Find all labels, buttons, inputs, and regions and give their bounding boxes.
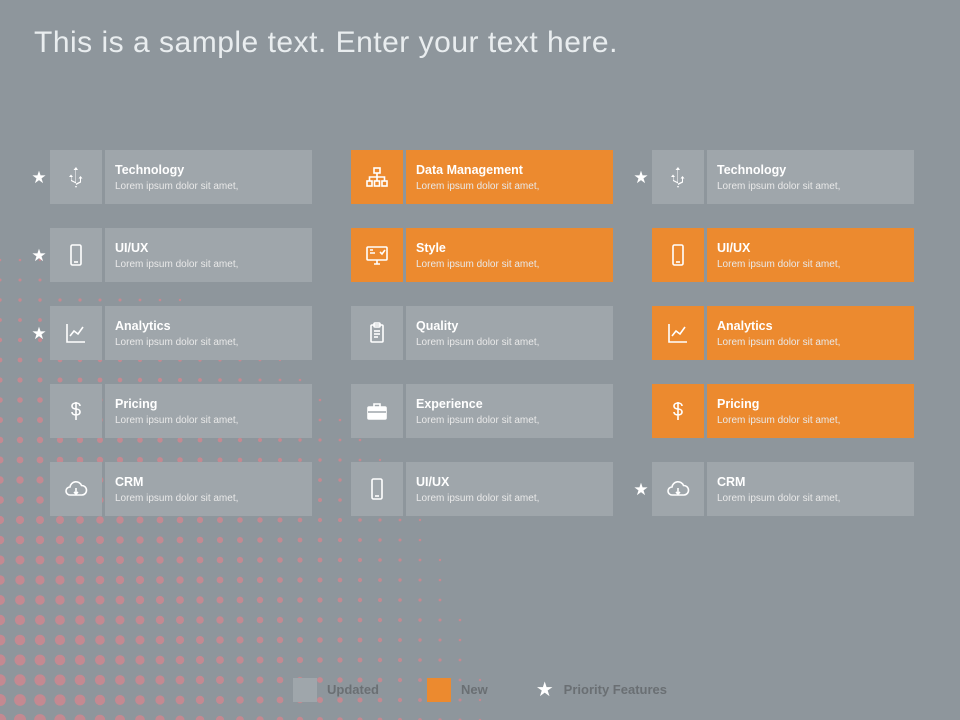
feature-title: Analytics [717,319,904,334]
feature-card[interactable]: Analytics Lorem ipsum dolor sit amet, [652,306,914,360]
feature-body: Technology Lorem ipsum dolor sit amet, [707,150,914,204]
feature-card[interactable]: CRM Lorem ipsum dolor sit amet, [652,462,914,516]
feature-title: Data Management [416,163,603,178]
feature-title: Technology [115,163,302,178]
feature-card[interactable]: Technology Lorem ipsum dolor sit amet, [50,150,312,204]
feature-card[interactable]: Data Management Lorem ipsum dolor sit ame… [351,150,613,204]
slide: This is a sample text. Enter your text h… [0,0,960,720]
feature-body: Analytics Lorem ipsum dolor sit amet, [105,306,312,360]
feature-card[interactable]: UI/UX Lorem ipsum dolor sit amet, [50,228,312,282]
feature-body: Pricing Lorem ipsum dolor sit amet, [105,384,312,438]
cloud-icon [50,462,102,516]
feature-title: UI/UX [416,475,603,490]
feature-body: Experience Lorem ipsum dolor sit amet, [406,384,613,438]
feature-body: CRM Lorem ipsum dolor sit amet, [707,462,914,516]
feature-subtitle: Lorem ipsum dolor sit amet, [115,493,302,504]
swatch-new [427,678,451,702]
mobile-icon [351,462,403,516]
feature-title: UI/UX [717,241,904,256]
briefcase-icon [351,384,403,438]
feature-body: UI/UX Lorem ipsum dolor sit amet, [105,228,312,282]
feature-title: Analytics [115,319,302,334]
dollar-icon [50,384,102,438]
sitemap-icon [351,150,403,204]
feature-subtitle: Lorem ipsum dolor sit amet, [115,415,302,426]
feature-subtitle: Lorem ipsum dolor sit amet, [416,493,603,504]
priority-star-icon: ★ [630,481,652,498]
priority-star-icon: ★ [28,169,50,186]
mobile-icon [652,228,704,282]
dollar-icon [652,384,704,438]
feature-title: Experience [416,397,603,412]
feature-subtitle: Lorem ipsum dolor sit amet, [416,337,603,348]
feature-card[interactable]: Experience Lorem ipsum dolor sit amet, [351,384,613,438]
feature-body: Analytics Lorem ipsum dolor sit amet, [707,306,914,360]
legend-priority: ★ Priority Features [536,677,667,702]
feature-card[interactable]: UI/UX Lorem ipsum dolor sit amet, [652,228,914,282]
priority-star-icon: ★ [630,169,652,186]
mobile-icon [50,228,102,282]
feature-title: CRM [717,475,904,490]
feature-subtitle: Lorem ipsum dolor sit amet, [717,493,904,504]
feature-subtitle: Lorem ipsum dolor sit amet, [416,181,603,192]
feature-card[interactable]: Pricing Lorem ipsum dolor sit amet, [50,384,312,438]
feature-body: Technology Lorem ipsum dolor sit amet, [105,150,312,204]
legend-new: New [427,678,488,702]
legend-new-label: New [461,682,488,697]
feature-title: CRM [115,475,302,490]
feature-body: Style Lorem ipsum dolor sit amet, [406,228,613,282]
slide-title[interactable]: This is a sample text. Enter your text h… [34,26,618,60]
feature-card[interactable]: Style Lorem ipsum dolor sit amet, [351,228,613,282]
feature-subtitle: Lorem ipsum dolor sit amet, [416,259,603,270]
feature-subtitle: Lorem ipsum dolor sit amet, [717,181,904,192]
feature-body: UI/UX Lorem ipsum dolor sit amet, [707,228,914,282]
feature-subtitle: Lorem ipsum dolor sit amet, [115,181,302,192]
feature-subtitle: Lorem ipsum dolor sit amet, [115,259,302,270]
feature-title: Style [416,241,603,256]
feature-subtitle: Lorem ipsum dolor sit amet, [717,259,904,270]
feature-body: Data Management Lorem ipsum dolor sit ame… [406,150,613,204]
feature-title: Quality [416,319,603,334]
feature-card[interactable]: Analytics Lorem ipsum dolor sit amet, [50,306,312,360]
priority-star-icon: ★ [28,247,50,264]
feature-body: Quality Lorem ipsum dolor sit amet, [406,306,613,360]
feature-subtitle: Lorem ipsum dolor sit amet, [717,415,904,426]
feature-card[interactable]: CRM Lorem ipsum dolor sit amet, [50,462,312,516]
feature-title: UI/UX [115,241,302,256]
feature-card[interactable]: UI/UX Lorem ipsum dolor sit amet, [351,462,613,516]
legend: Updated New ★ Priority Features [0,677,960,702]
priority-star-icon: ★ [28,325,50,342]
legend-updated: Updated [293,678,379,702]
legend-priority-label: Priority Features [564,682,667,697]
cloud-icon [652,462,704,516]
feature-subtitle: Lorem ipsum dolor sit amet, [115,337,302,348]
feature-title: Technology [717,163,904,178]
feature-card[interactable]: Technology Lorem ipsum dolor sit amet, [652,150,914,204]
display-icon [351,228,403,282]
usb-icon [50,150,102,204]
feature-body: Pricing Lorem ipsum dolor sit amet, [707,384,914,438]
feature-subtitle: Lorem ipsum dolor sit amet, [416,415,603,426]
usb-icon [652,150,704,204]
chart-icon [50,306,102,360]
legend-updated-label: Updated [327,682,379,697]
feature-body: CRM Lorem ipsum dolor sit amet, [105,462,312,516]
star-icon: ★ [536,677,554,702]
clipboard-icon [351,306,403,360]
roadmap-grid: ★ Technology Lorem ipsum dolor sit amet, ★ D… [28,150,932,540]
chart-icon [652,306,704,360]
feature-body: UI/UX Lorem ipsum dolor sit amet, [406,462,613,516]
feature-title: Pricing [115,397,302,412]
feature-title: Pricing [717,397,904,412]
swatch-updated [293,678,317,702]
feature-subtitle: Lorem ipsum dolor sit amet, [717,337,904,348]
feature-card[interactable]: Pricing Lorem ipsum dolor sit amet, [652,384,914,438]
feature-card[interactable]: Quality Lorem ipsum dolor sit amet, [351,306,613,360]
